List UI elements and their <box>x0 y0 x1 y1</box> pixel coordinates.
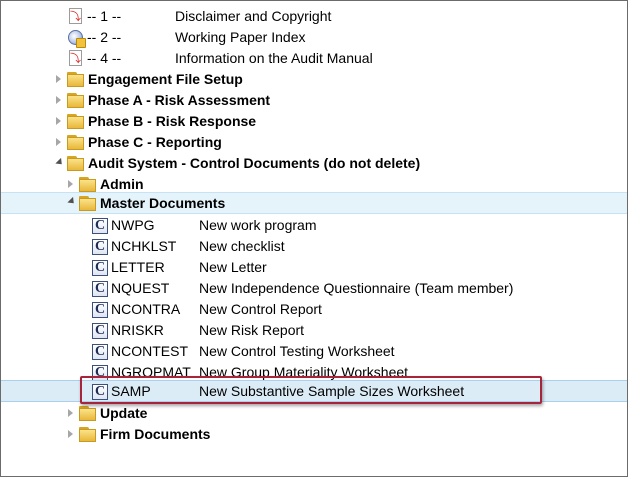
folder-label: Engagement File Setup <box>88 71 243 87</box>
item-description: Disclaimer and Copyright <box>175 8 332 24</box>
expand-arrow-icon[interactable] <box>68 180 73 188</box>
document-code: NCHKLST <box>111 238 177 254</box>
highlight-box <box>80 376 542 404</box>
document-description: New Letter <box>199 259 267 275</box>
tree-item-ncontra[interactable]: C NCONTRA New Control Report <box>1 299 627 320</box>
item-number: -- 2 -- <box>87 29 122 45</box>
folder-icon <box>67 155 85 172</box>
tree-item-nchklst[interactable]: C NCHKLST New checklist <box>1 236 627 257</box>
document-description: New Risk Report <box>199 322 305 338</box>
control-document-icon: C <box>91 280 109 297</box>
pdf-icon: ⤵ <box>69 8 82 24</box>
expand-arrow-icon[interactable] <box>68 430 73 438</box>
folder-label: Phase C - Reporting <box>88 134 222 150</box>
folder-engagement-file-setup[interactable]: Engagement File Setup <box>1 69 627 90</box>
tree-item-ncontest[interactable]: C NCONTEST New Control Testing Worksheet <box>1 341 627 362</box>
item-number: -- 4 -- <box>87 50 122 66</box>
document-description: New Independence Questionnaire (Team mem… <box>199 280 514 296</box>
item-description: Information on the Audit Manual <box>175 50 373 66</box>
working-paper-icon <box>67 29 86 48</box>
control-document-icon: C <box>91 301 109 318</box>
item-number: -- 1 -- <box>87 8 122 24</box>
folder-label: Phase A - Risk Assessment <box>88 92 271 108</box>
tree-item-letter[interactable]: C LETTER New Letter <box>1 257 627 278</box>
document-description: New Control Report <box>199 301 322 317</box>
folder-label: Admin <box>100 176 144 192</box>
expand-arrow-icon[interactable] <box>68 409 73 417</box>
control-document-icon: C <box>91 322 109 339</box>
folder-audit-system[interactable]: Audit System - Control Documents (do not… <box>1 153 627 174</box>
document-tree: ⤵ -- 1 -- Disclaimer and Copyright -- 2 … <box>0 0 628 477</box>
control-document-icon: C <box>91 343 109 360</box>
folder-icon <box>67 113 85 130</box>
document-code: LETTER <box>111 259 165 275</box>
document-description: New Control Testing Worksheet <box>199 343 395 359</box>
pdf-icon: ⤵ <box>69 50 82 66</box>
document-code: NCONTEST <box>111 343 188 359</box>
document-code: NRISKR <box>111 322 164 338</box>
folder-icon <box>67 92 85 109</box>
tree-item-audit-manual-info[interactable]: ⤵ -- 4 -- Information on the Audit Manua… <box>1 48 627 69</box>
tree-item-working-paper-index[interactable]: -- 2 -- Working Paper Index <box>1 27 627 48</box>
folder-icon <box>67 71 85 88</box>
folder-label: Master Documents <box>100 195 226 211</box>
folder-label: Firm Documents <box>100 426 211 442</box>
control-document-icon: C <box>91 238 109 255</box>
expand-arrow-icon[interactable] <box>56 96 61 104</box>
folder-firm-documents[interactable]: Firm Documents <box>1 424 627 445</box>
collapse-arrow-icon[interactable] <box>67 196 77 207</box>
tree-item-nquest[interactable]: C NQUEST New Independence Questionnaire … <box>1 278 627 299</box>
folder-label: Audit System - Control Documents (do not… <box>88 155 421 171</box>
expand-arrow-icon[interactable] <box>56 117 61 125</box>
document-description: New checklist <box>199 238 285 254</box>
folder-label: Phase B - Risk Response <box>88 113 257 129</box>
folder-phase-c[interactable]: Phase C - Reporting <box>1 132 627 153</box>
folder-master-documents[interactable]: Master Documents <box>1 192 627 214</box>
tree-item-nwpg[interactable]: C NWPG New work program <box>1 215 627 236</box>
folder-phase-a[interactable]: Phase A - Risk Assessment <box>1 90 627 111</box>
tree-item-disclaimer[interactable]: ⤵ -- 1 -- Disclaimer and Copyright <box>1 6 627 27</box>
document-description: New work program <box>199 217 317 233</box>
folder-icon <box>79 405 97 422</box>
control-document-icon: C <box>91 259 109 276</box>
expand-arrow-icon[interactable] <box>56 138 61 146</box>
folder-icon <box>67 134 85 151</box>
folder-icon <box>79 176 97 193</box>
folder-phase-b[interactable]: Phase B - Risk Response <box>1 111 627 132</box>
document-code: NWPG <box>111 217 155 233</box>
document-code: NQUEST <box>111 280 170 296</box>
folder-label: Update <box>100 405 148 421</box>
control-document-icon: C <box>91 217 109 234</box>
collapse-arrow-icon[interactable] <box>55 157 65 168</box>
expand-arrow-icon[interactable] <box>56 75 61 83</box>
folder-icon <box>79 195 97 212</box>
folder-update[interactable]: Update <box>1 403 627 424</box>
document-code: NCONTRA <box>111 301 181 317</box>
folder-icon <box>79 426 97 443</box>
tree-item-nriskr[interactable]: C NRISKR New Risk Report <box>1 320 627 341</box>
item-description: Working Paper Index <box>175 29 306 45</box>
